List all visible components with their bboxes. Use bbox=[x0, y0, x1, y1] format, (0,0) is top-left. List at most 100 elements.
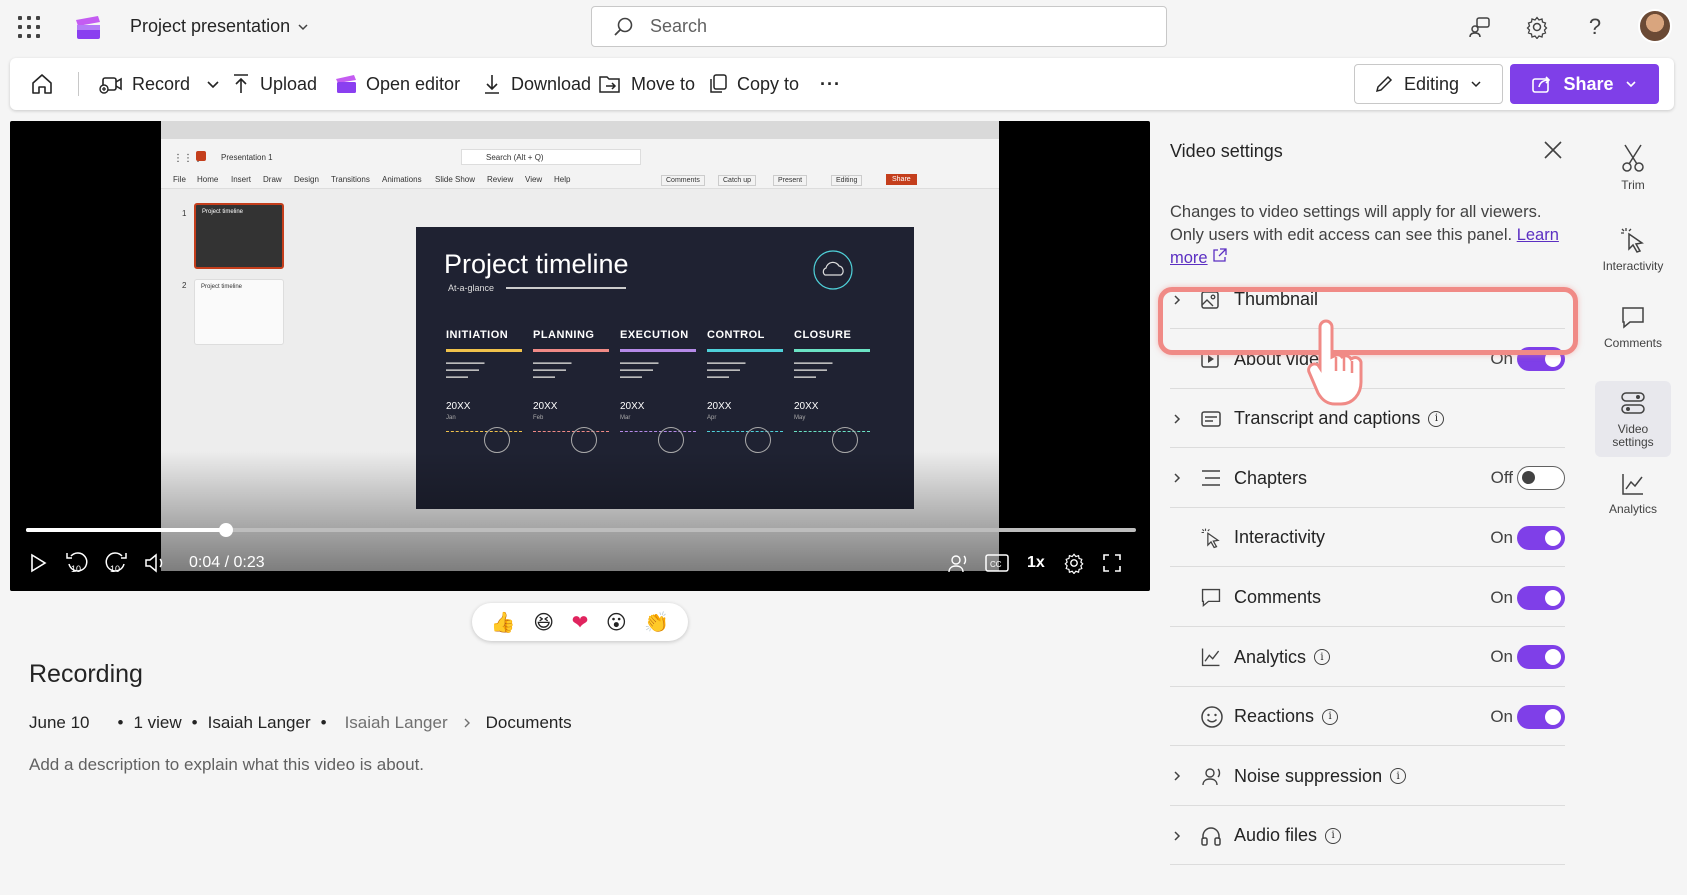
rail-interactivity-button[interactable]: Interactivity bbox=[1595, 226, 1671, 273]
share-button[interactable]: Share bbox=[1510, 64, 1659, 104]
breadcrumb-owner[interactable]: Isaiah Langer bbox=[345, 713, 448, 733]
copy-icon bbox=[710, 74, 727, 93]
mini-menu-item: Animations bbox=[382, 175, 422, 184]
analytics-toggle[interactable] bbox=[1517, 645, 1565, 670]
setting-label: Audio files i bbox=[1234, 825, 1342, 846]
separator-dot: • bbox=[117, 713, 124, 732]
rail-comments-button[interactable]: Comments bbox=[1595, 305, 1671, 350]
laugh-reaction[interactable]: 😆 bbox=[533, 610, 554, 635]
fullscreen-button[interactable] bbox=[1102, 549, 1122, 577]
play-button[interactable] bbox=[28, 549, 48, 577]
move-to-button[interactable]: Move to bbox=[598, 58, 695, 110]
description-field[interactable]: Add a description to explain what this v… bbox=[29, 755, 424, 775]
setting-label: Analytics i bbox=[1234, 647, 1331, 668]
video-title[interactable]: Recording bbox=[29, 660, 143, 689]
slide-title: Project timeline bbox=[444, 249, 629, 279]
chevron-right-icon[interactable] bbox=[1170, 471, 1200, 485]
interactivity-toggle[interactable] bbox=[1517, 525, 1565, 550]
rail-analytics-button[interactable]: Analytics bbox=[1595, 471, 1671, 516]
slide-thumbnail: Project timeline bbox=[194, 203, 284, 269]
volume-button[interactable] bbox=[143, 549, 167, 577]
upload-button[interactable]: Upload bbox=[231, 58, 317, 110]
setting-row-comments[interactable]: Comments On bbox=[1170, 569, 1565, 627]
setting-label: Chapters bbox=[1234, 467, 1308, 488]
info-icon[interactable]: i bbox=[1390, 768, 1407, 785]
home-button[interactable] bbox=[30, 58, 54, 110]
setting-row-interactivity[interactable]: Interactivity On bbox=[1170, 509, 1565, 568]
mini-menu-item: File bbox=[173, 175, 186, 184]
help-icon[interactable]: ? bbox=[1582, 14, 1608, 40]
phase-icon bbox=[484, 427, 510, 453]
mini-doc-name: Presentation 1 bbox=[221, 153, 273, 162]
chevron-right-icon[interactable] bbox=[1170, 829, 1200, 843]
rail-interactivity-label: Interactivity bbox=[1602, 259, 1664, 273]
app-launcher-icon[interactable] bbox=[18, 16, 40, 38]
setting-label: Interactivity bbox=[1234, 527, 1326, 548]
heart-reaction[interactable]: ❤ bbox=[572, 610, 589, 635]
chevron-right-icon[interactable] bbox=[1170, 769, 1200, 783]
progress-track[interactable] bbox=[26, 523, 1136, 537]
rail-video-settings-label: Video settings bbox=[1612, 422, 1654, 449]
more-options-button[interactable]: ··· bbox=[820, 58, 841, 110]
phase-dashline bbox=[620, 431, 696, 432]
search-box[interactable]: Search bbox=[591, 6, 1167, 47]
progress-knob[interactable] bbox=[218, 523, 233, 537]
view-count: 1 view bbox=[133, 713, 182, 732]
move-to-label: Move to bbox=[631, 73, 696, 94]
slide-thumbnail: Project timeline bbox=[194, 279, 284, 345]
setting-row-reactions[interactable]: Reactions i On bbox=[1170, 688, 1565, 747]
setting-row-analytics[interactable]: Analytics i On bbox=[1170, 629, 1565, 687]
setting-row-audio-files[interactable]: Audio files i bbox=[1170, 807, 1565, 866]
download-label: Download bbox=[511, 73, 592, 94]
info-icon[interactable]: i bbox=[1322, 708, 1339, 725]
info-icon[interactable]: i bbox=[1314, 649, 1331, 666]
user-avatar[interactable] bbox=[1638, 9, 1672, 43]
skip-forward-button[interactable]: 10 bbox=[104, 549, 128, 577]
cc-icon: CC bbox=[985, 554, 1009, 572]
player-settings-button[interactable] bbox=[1063, 549, 1085, 577]
more-label: ··· bbox=[820, 73, 841, 94]
playback-speed-button[interactable]: 1x bbox=[1027, 549, 1045, 577]
skip-back-button[interactable]: 10 bbox=[65, 549, 89, 577]
setting-state: On bbox=[1490, 527, 1513, 547]
video-player[interactable]: ⋮⋮⋮ Presentation 1 Search (Alt + Q) File… bbox=[10, 121, 1150, 591]
setting-label: Noise suppression i bbox=[1234, 766, 1407, 787]
rail-video-settings-button[interactable]: Video settings bbox=[1595, 381, 1671, 457]
comments-toggle[interactable] bbox=[1517, 585, 1565, 610]
close-icon[interactable] bbox=[1542, 139, 1564, 161]
setting-state: On bbox=[1490, 647, 1513, 667]
chapters-icon bbox=[1200, 468, 1234, 488]
rail-trim-button[interactable]: Trim bbox=[1595, 143, 1671, 192]
editing-mode-button[interactable]: Editing bbox=[1354, 64, 1503, 104]
captions-button[interactable]: CC bbox=[985, 549, 1009, 577]
feedback-icon[interactable] bbox=[1467, 14, 1493, 40]
settings-gear-icon[interactable] bbox=[1524, 14, 1550, 40]
chevron-down-icon bbox=[1471, 81, 1481, 88]
clap-reaction[interactable]: 👏 bbox=[644, 610, 669, 635]
setting-label: Transcript and captions i bbox=[1234, 408, 1445, 429]
open-editor-button[interactable]: Open editor bbox=[335, 58, 460, 110]
thumbs-up-reaction[interactable]: 👍 bbox=[491, 610, 516, 635]
record-button[interactable]: Record bbox=[99, 58, 221, 110]
transcript-and-captions-icon bbox=[1200, 409, 1234, 429]
phase-bar bbox=[620, 349, 696, 352]
setting-row-chapters[interactable]: Chapters Off bbox=[1170, 450, 1565, 508]
breadcrumb-folder[interactable]: Documents bbox=[486, 713, 572, 733]
info-icon[interactable]: i bbox=[1428, 410, 1445, 427]
forward-10-icon: 10 bbox=[105, 552, 127, 574]
setting-row-noise-suppression[interactable]: Noise suppression i bbox=[1170, 748, 1565, 806]
phase-dashline bbox=[446, 431, 522, 432]
noise-suppression-button[interactable] bbox=[946, 549, 970, 577]
owner-name[interactable]: Isaiah Langer bbox=[208, 713, 311, 733]
chevron-right-icon[interactable] bbox=[1170, 412, 1200, 426]
download-button[interactable]: Download bbox=[482, 58, 591, 110]
chapters-toggle[interactable] bbox=[1517, 466, 1565, 491]
upload-icon bbox=[234, 74, 248, 93]
mini-menu-item: Review bbox=[487, 175, 514, 184]
thumb-label: Project timeline bbox=[202, 209, 244, 215]
reactions-toggle[interactable] bbox=[1517, 704, 1565, 729]
surprised-reaction[interactable]: 😮 bbox=[606, 610, 627, 635]
info-icon[interactable]: i bbox=[1325, 827, 1342, 844]
copy-to-button[interactable]: Copy to bbox=[708, 58, 799, 110]
file-title[interactable]: Project presentation bbox=[130, 16, 310, 37]
